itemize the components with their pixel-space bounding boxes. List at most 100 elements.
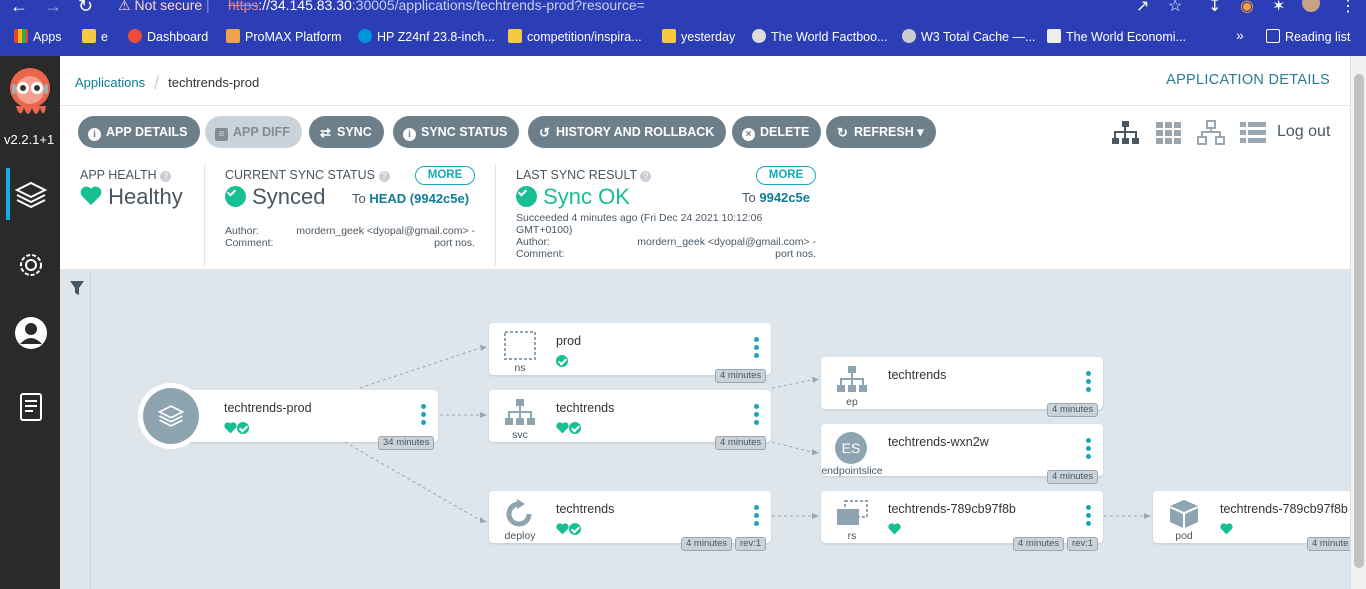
not-secure-indicator[interactable]: ⚠ Not secure | [118,0,210,14]
pod-node[interactable]: pod techtrends-789cb97f8b 4 minute [1153,491,1366,551]
page-scrollbar[interactable] [1350,56,1366,589]
bookmarks-overflow[interactable]: » [1236,27,1244,43]
check-circle-icon [516,186,537,207]
app-diff-button[interactable]: ≡ APP DIFF [205,116,302,148]
bookmark-w3tc[interactable]: W3 Total Cache —... [902,29,1035,44]
node-menu-icon[interactable] [1086,438,1091,460]
node-status [888,521,901,535]
tree-view-icon[interactable] [1110,120,1140,146]
last-to-prefix: To [742,190,756,205]
node-menu-icon[interactable] [421,404,426,426]
bookmark-label: Apps [33,30,62,44]
sync-button[interactable]: ⇄ SYNC [309,116,384,148]
replicaset-node[interactable]: rs techtrends-789cb97f8b 4 minutes rev:1 [821,491,1103,551]
delete-label: DELETE [760,125,810,139]
node-menu-icon[interactable] [754,337,759,359]
sync-revision-link[interactable]: HEAD (9942c5e) [369,191,469,206]
bookmark-hp[interactable]: HP Z24nf 23.8-inch... [358,29,495,44]
sync-more-button[interactable]: MORE [415,166,475,185]
list-view-icon[interactable] [1238,120,1268,146]
bookmark-label: Dashboard [147,30,209,44]
profile-avatar[interactable] [1302,0,1320,12]
heart-icon [888,523,901,535]
last-sync-target: To 9942c5e [742,190,810,205]
node-name: techtrends [556,401,615,415]
endpoints-node[interactable]: ep techtrends 4 minutes [821,357,1103,417]
argo-logo[interactable] [6,66,54,122]
extensions-icon[interactable]: ✶ [1272,0,1285,16]
app-diff-label: APP DIFF [233,125,290,139]
bookmark-yesterday[interactable]: yesterday [662,29,735,44]
sync-label: SYNC [337,125,372,139]
forward-icon[interactable]: → [44,0,62,17]
pods-grid-view-icon[interactable] [1154,120,1184,146]
refresh-button[interactable]: ↻ REFRESH ▾ [826,116,936,148]
help-icon[interactable]: ? [378,171,390,182]
bookmark-apps[interactable]: Apps [14,29,62,44]
node-age-tag: 4 minutes [1047,403,1099,417]
node-menu-icon[interactable] [754,505,759,527]
network-view-icon[interactable] [1196,120,1226,146]
url-text[interactable]: https://34.145.83.30:30005/applications/… [228,0,645,13]
help-icon[interactable]: ? [640,171,652,182]
user-info-icon[interactable] [14,316,48,350]
caret-down-icon: ▾ [917,125,924,139]
heart-icon [556,523,569,535]
scrollbar-thumb[interactable] [1354,74,1364,568]
help-icon[interactable]: ? [160,171,172,182]
share-icon[interactable]: ↗ [1136,0,1149,16]
back-icon[interactable]: ← [10,0,28,17]
bookmark-competition[interactable]: competition/inspira... [508,29,642,44]
bookmark-promax[interactable]: ProMAX Platform [226,29,342,44]
applications-layers-icon[interactable] [14,178,48,212]
app-details-button[interactable]: i APP DETAILS [78,116,200,148]
last-sync-more-button[interactable]: MORE [756,166,816,185]
last-sync-time-zone: GMT+0100) [516,224,573,236]
bookmark-factbook[interactable]: The World Factboo... [752,29,888,44]
delete-button[interactable]: × DELETE [732,116,822,148]
address-bar[interactable]: ← → ↻ ⚠ Not secure | https://34.145.83.3… [0,0,1366,18]
layers-icon [157,405,185,427]
service-node[interactable]: svc techtrends 4 minutes [489,390,771,450]
site-favicon [508,29,522,43]
bookmark-star-icon[interactable]: ☆ [1168,0,1182,16]
sync-status-button[interactable]: i SYNC STATUS [393,116,520,148]
last-sync-revision-link[interactable]: 9942c5e [759,190,810,205]
bookmark-e[interactable]: e [82,29,108,44]
bookmark-label: yesterday [681,30,736,44]
last-author-label: Author: [516,236,550,248]
extension-download-icon[interactable]: ↧ [1208,0,1221,16]
deployment-refresh-icon [506,499,532,527]
node-menu-icon[interactable] [1086,505,1091,527]
rss-icon[interactable]: ◉ [1240,0,1254,16]
node-status [556,420,581,434]
node-menu-icon[interactable] [754,404,759,426]
documentation-icon[interactable] [14,390,48,424]
app-root-node[interactable]: techtrends-prod 34 minutes [138,383,438,450]
app-toolbar: i APP DETAILS ≡ APP DIFF ⇄ SYNC i SYNC STATU… [60,106,1350,158]
bookmark-label: W3 Total Cache —... [921,30,1036,44]
health-value: Healthy [108,184,183,209]
settings-gear-icon[interactable] [14,248,48,282]
reading-list[interactable]: Reading list [1266,29,1350,44]
info-icon: i [88,128,101,141]
bookmark-economic[interactable]: The World Economi... [1047,29,1186,44]
logout-link[interactable]: Log out [1277,123,1330,141]
node-menu-icon[interactable] [1086,371,1091,393]
current-sync-label: CURRENT SYNC STATUS [225,168,376,182]
namespace-node[interactable]: ns prod 4 minutes [489,323,771,383]
sync-value: Synced [252,184,326,209]
node-age-tag: 4 minutes [1047,470,1099,484]
main-content: Applications / techtrends-prod APPLICATION… [60,56,1366,589]
history-label: HISTORY AND ROLLBACK [556,125,715,139]
reload-icon[interactable]: ↻ [78,0,93,17]
bookmark-dashboard[interactable]: Dashboard [128,29,208,44]
browser-menu-icon[interactable]: ⋮ [1340,0,1356,16]
endpointslice-node[interactable]: ES endpointslice techtrends-wxn2w 4 minu… [821,424,1103,484]
breadcrumb: Applications / techtrends-prod [75,73,259,94]
breadcrumb-applications-link[interactable]: Applications [75,75,145,90]
history-rollback-button[interactable]: ↺ HISTORY AND ROLLBACK [528,116,727,148]
deployment-node[interactable]: deploy techtrends 4 minutes rev:1 [489,491,771,551]
site-favicon [226,29,240,43]
url-scheme: https [228,0,259,13]
